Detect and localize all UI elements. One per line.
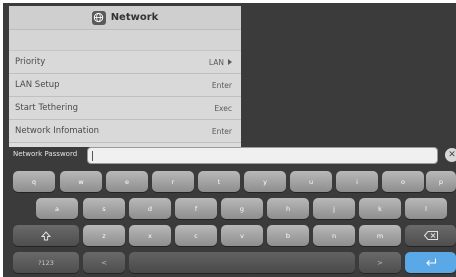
language-key[interactable]: < [83, 252, 125, 273]
screen: Network Priority LAN LAN Setup Enter Sta… [3, 3, 456, 277]
menu-item-label: Priority [15, 57, 46, 67]
password-label: Network Password [13, 150, 78, 158]
key-t[interactable]: t [198, 171, 240, 192]
menu-item-lan-setup[interactable]: LAN Setup Enter [9, 74, 241, 97]
key-u[interactable]: u [290, 171, 332, 192]
key-e[interactable]: e [106, 171, 148, 192]
key-g[interactable]: g [221, 198, 263, 219]
shift-key[interactable] [13, 225, 79, 246]
key-w[interactable]: w [60, 171, 102, 192]
menu-item-value: Enter [211, 80, 232, 90]
key-n[interactable]: n [313, 225, 355, 246]
key-d[interactable]: d [129, 198, 171, 219]
key-i[interactable]: i [336, 171, 378, 192]
menu-item-label: Start Tethering [15, 103, 79, 113]
key-a[interactable]: a [36, 198, 78, 219]
key-c[interactable]: c [175, 225, 217, 246]
chevron-right-icon: > [377, 258, 383, 267]
on-screen-keyboard: q w e r t y u i o p a s d f g h j k l z … [3, 169, 456, 277]
menu-item-priority[interactable]: Priority LAN [9, 51, 241, 74]
menu-spacer [9, 30, 241, 51]
key-h[interactable]: h [267, 198, 309, 219]
key-j[interactable]: j [313, 198, 355, 219]
priority-value: LAN [208, 57, 224, 67]
key-l[interactable]: l [405, 198, 447, 219]
network-menu: Network Priority LAN LAN Setup Enter Sta… [9, 6, 241, 147]
key-y[interactable]: y [244, 171, 286, 192]
key-k[interactable]: k [359, 198, 401, 219]
key-p[interactable]: p [426, 171, 456, 192]
text-caret [92, 151, 93, 161]
key-s[interactable]: s [83, 198, 125, 219]
menu-title: Network [110, 12, 159, 23]
enter-key[interactable] [405, 252, 456, 273]
key-q[interactable]: q [13, 171, 55, 192]
menu-item-value: LAN [209, 58, 232, 67]
globe-icon [91, 10, 106, 25]
chevron-left-icon: < [101, 258, 107, 267]
menu-item-label: Network Infomation [15, 126, 100, 136]
shift-icon [41, 230, 51, 240]
menu-item-label: LAN Setup [15, 80, 60, 90]
key-m[interactable]: m [359, 225, 401, 246]
close-icon: ✕ [448, 149, 456, 160]
chevron-right-icon [228, 59, 232, 65]
menu-item-value: Enter [211, 126, 232, 136]
key-x[interactable]: x [129, 225, 171, 246]
symbols-key[interactable]: ?123 [13, 252, 79, 273]
menu-item-network-information[interactable]: Network Infomation Enter [9, 120, 241, 143]
key-z[interactable]: z [83, 225, 125, 246]
key-o[interactable]: o [382, 171, 424, 192]
key-f[interactable]: f [175, 198, 217, 219]
space-key[interactable] [129, 252, 355, 273]
key-b[interactable]: b [267, 225, 309, 246]
menu-item-value: Exec [214, 103, 232, 113]
key-r[interactable]: r [152, 171, 194, 192]
menu-item-start-tethering[interactable]: Start Tethering Exec [9, 97, 241, 120]
enter-icon [425, 258, 436, 266]
menu-header: Network [9, 6, 241, 30]
key-v[interactable]: v [221, 225, 263, 246]
password-input[interactable] [87, 147, 438, 164]
globe-key[interactable]: > [359, 252, 401, 273]
backspace-icon [423, 231, 438, 240]
backspace-key[interactable] [405, 225, 456, 246]
clear-button[interactable]: ✕ [445, 148, 456, 162]
